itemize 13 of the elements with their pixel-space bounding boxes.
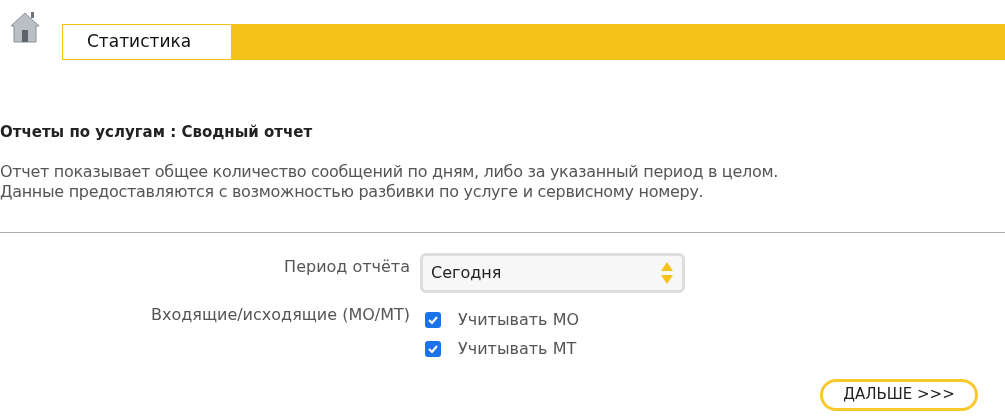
description-text: Данные предоставляются с возможностью разбивки по услуге и сервисному номеру.	[0, 181, 705, 202]
direction-label: Входящие/исходящие (MO/MT)	[150, 303, 410, 326]
sort-arrows-icon	[660, 260, 674, 285]
checkbox[interactable]	[425, 341, 441, 357]
period-label: Период отчёта	[283, 255, 410, 278]
description-text: Отчет показывает общее количество сообщений по дням, либо за указанный период в целом.	[0, 161, 779, 182]
statistics-tab[interactable]: Статистика	[62, 24, 232, 60]
checkbox[interactable]	[425, 312, 441, 328]
checkbox-label: Учитывать MO	[458, 309, 580, 331]
next-button[interactable]: ДАЛЬШЕ >>>	[820, 378, 978, 411]
checkbox-label: Учитывать MT	[458, 338, 577, 360]
period-select[interactable]: Сегодня	[420, 252, 685, 293]
page-title: Отчеты по услугам : Сводный отчет	[0, 122, 314, 143]
